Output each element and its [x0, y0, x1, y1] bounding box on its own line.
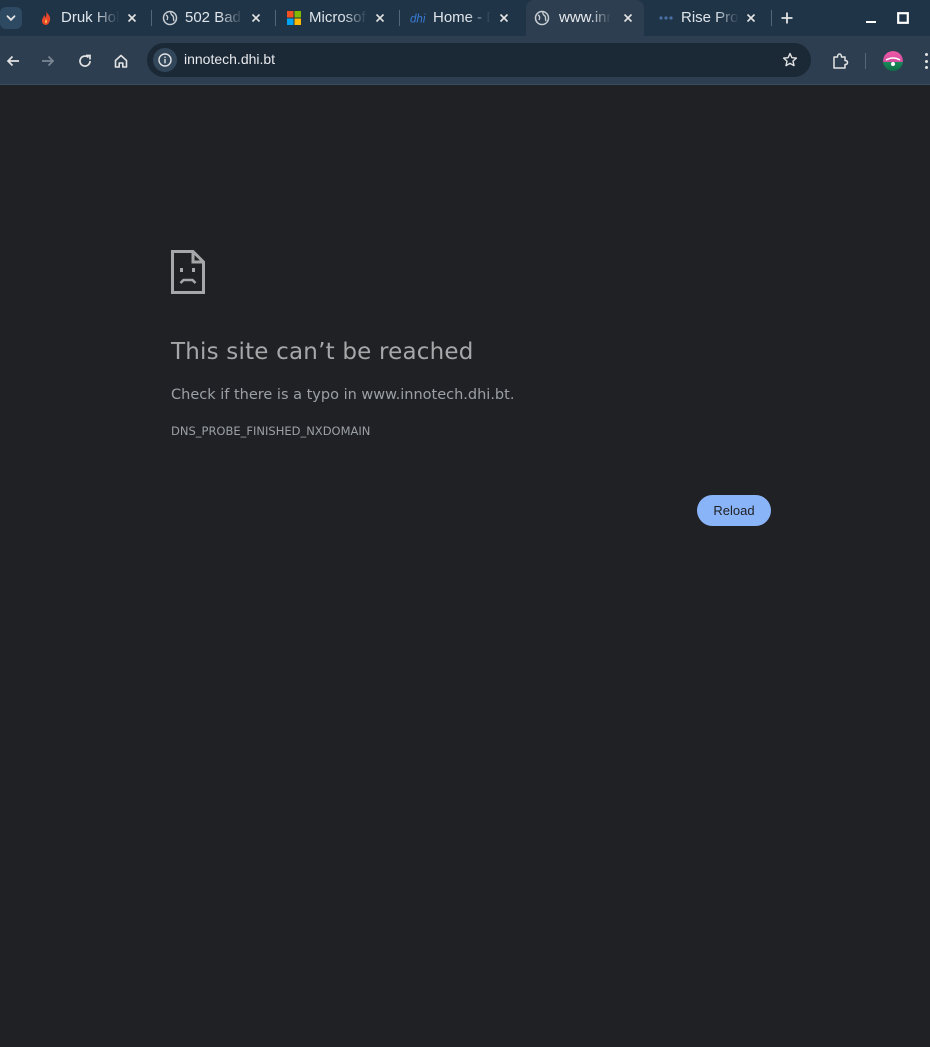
dhi-icon: dhi	[410, 10, 426, 26]
error-page: This site can’t be reached Check if ther…	[0, 86, 930, 1047]
close-tab-icon[interactable]	[743, 10, 759, 26]
tab-search-button[interactable]	[0, 7, 22, 29]
close-tab-icon[interactable]	[372, 10, 388, 26]
reload-toolbar-button[interactable]	[73, 49, 97, 73]
tab-rise-projects[interactable]: Rise Projects	[648, 0, 772, 36]
tab-home-dhi[interactable]: dhi Home - DHI	[400, 0, 522, 36]
menu-button[interactable]	[922, 51, 930, 71]
forward-button[interactable]	[36, 49, 60, 73]
minimize-icon	[866, 21, 876, 23]
url-text[interactable]: innotech.dhi.bt	[184, 51, 275, 67]
tab-druk-holding[interactable]: Druk Holding	[28, 0, 152, 36]
star-icon	[782, 52, 798, 67]
tab-microsoft[interactable]: Microsoft	[276, 0, 400, 36]
dots-icon	[658, 10, 674, 26]
extensions-button[interactable]	[829, 50, 851, 72]
error-code: DNS_PROBE_FINISHED_NXDOMAIN	[171, 424, 371, 438]
browser-toolbar: innotech.dhi.bt	[0, 36, 930, 85]
maximize-icon	[897, 12, 909, 24]
address-bar[interactable]: innotech.dhi.bt	[147, 43, 811, 77]
flame-icon	[38, 10, 54, 26]
info-icon	[158, 53, 172, 67]
close-tab-icon[interactable]	[496, 10, 512, 26]
minimize-button[interactable]	[861, 8, 881, 28]
maximize-button[interactable]	[893, 8, 913, 28]
reload-button[interactable]: Reload	[697, 495, 771, 526]
close-tab-icon[interactable]	[124, 10, 140, 26]
bookmark-star-button[interactable]	[781, 51, 799, 69]
tab-title: 502 Bad Gateway	[185, 9, 243, 26]
svg-text:dhi: dhi	[410, 13, 426, 25]
puzzle-icon	[833, 53, 849, 69]
tab-separator	[771, 10, 772, 26]
tab-title: Microsoft	[309, 9, 367, 26]
arrow-right-icon	[42, 55, 55, 67]
new-tab-button[interactable]	[777, 8, 797, 28]
toolbar-separator	[865, 53, 866, 69]
tab-title: Druk Holding	[61, 9, 119, 26]
error-description: Check if there is a typo in www.innotech…	[171, 387, 515, 403]
chevron-down-icon	[6, 15, 16, 22]
tab-502-bad-gateway[interactable]: 502 Bad Gateway	[152, 0, 276, 36]
tab-strip: Druk Holding 502 Bad Gateway Microsoft d…	[0, 0, 930, 36]
plus-icon	[781, 12, 793, 24]
reload-icon	[79, 54, 91, 67]
avatar-icon	[883, 51, 903, 71]
tab-innotech-active[interactable]: www.innotech.dhi.bt	[526, 0, 644, 36]
error-title: This site can’t be reached	[171, 339, 474, 365]
back-button[interactable]	[1, 49, 25, 73]
home-button[interactable]	[109, 49, 133, 73]
sad-document-icon	[171, 250, 205, 294]
arrow-left-icon	[6, 55, 19, 67]
home-icon	[114, 54, 128, 68]
tab-title: Home - DHI	[433, 9, 491, 26]
close-tab-icon[interactable]	[248, 10, 264, 26]
profile-avatar[interactable]	[883, 51, 903, 71]
close-tab-icon[interactable]	[620, 10, 636, 26]
tab-title: www.innotech.dhi.bt	[559, 9, 611, 26]
tab-title: Rise Projects	[681, 9, 739, 26]
microsoft-icon	[286, 10, 302, 26]
globe-icon	[162, 10, 178, 26]
globe-icon	[534, 10, 550, 26]
site-info-button[interactable]	[153, 48, 177, 72]
